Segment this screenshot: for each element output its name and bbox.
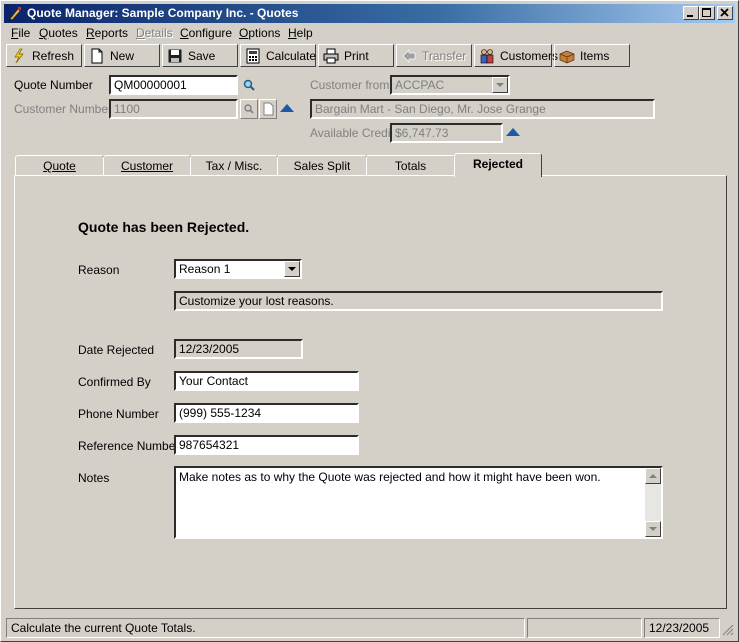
- tab-customer[interactable]: Customer: [103, 155, 191, 176]
- window-title: Quote Manager: Sample Company Inc. - Quo…: [27, 6, 299, 20]
- chevron-down-icon[interactable]: [284, 261, 300, 277]
- menu-bar: File Quotes Reports Details Configure Op…: [4, 24, 735, 42]
- menu-quotes[interactable]: Quotes: [39, 26, 78, 40]
- rejected-heading: Quote has been Rejected.: [78, 219, 250, 235]
- close-icon: [720, 8, 729, 17]
- reference-number-field[interactable]: 987654321: [174, 435, 359, 455]
- tab-tax-misc[interactable]: Tax / Misc.: [190, 155, 278, 176]
- phone-number-label: Phone Number: [78, 407, 159, 421]
- menu-options[interactable]: Options: [239, 26, 280, 40]
- close-button[interactable]: [717, 6, 733, 20]
- chevron-down-icon[interactable]: [492, 77, 508, 93]
- minimize-button[interactable]: [683, 6, 699, 20]
- maximize-button[interactable]: [699, 6, 715, 20]
- menu-configure[interactable]: Configure: [180, 26, 232, 40]
- customer-from-label: Customer from: [310, 78, 390, 92]
- floppy-disk-icon: [167, 48, 183, 64]
- menu-help[interactable]: Help: [288, 26, 313, 40]
- phone-number-field[interactable]: (999) 555-1234: [174, 403, 359, 423]
- notes-label: Notes: [78, 471, 110, 485]
- app-icon: [9, 7, 21, 21]
- customer-document-button[interactable]: [259, 99, 277, 119]
- transfer-icon: [401, 48, 417, 64]
- customer-number-field[interactable]: 1100: [109, 99, 238, 119]
- app-window: Quote Manager: Sample Company Inc. - Quo…: [0, 0, 739, 642]
- save-button[interactable]: Save: [162, 44, 238, 67]
- printer-icon: [323, 48, 339, 64]
- notes-textarea[interactable]: Make notes as to why the Quote was rejec…: [174, 466, 663, 539]
- customers-icon: [479, 48, 495, 64]
- calculate-button[interactable]: Calculate: [240, 44, 316, 67]
- quote-number-label: Quote Number: [14, 78, 93, 92]
- customer-name-field: Bargain Mart - San Diego, Mr. Jose Grang…: [310, 99, 655, 119]
- tab-quote[interactable]: Quote: [15, 155, 104, 176]
- status-date: 12/23/2005: [644, 618, 720, 638]
- scroll-up-icon[interactable]: [645, 468, 661, 484]
- tab-rejected[interactable]: Rejected: [454, 153, 542, 177]
- lightning-icon: [11, 48, 27, 64]
- available-credit-field: $6,747.73: [390, 123, 503, 143]
- tab-sales-split[interactable]: Sales Split: [277, 155, 367, 176]
- print-button[interactable]: Print: [318, 44, 394, 67]
- customer-from-select[interactable]: ACCPAC: [390, 75, 510, 95]
- new-document-icon: [89, 48, 105, 64]
- menu-reports[interactable]: Reports: [86, 26, 128, 40]
- rejected-panel: [14, 175, 727, 609]
- box-icon: [559, 48, 575, 64]
- refresh-button[interactable]: Refresh: [6, 44, 82, 67]
- menu-file[interactable]: File: [11, 26, 30, 40]
- transfer-button[interactable]: Transfer: [396, 44, 472, 67]
- document-icon: [263, 102, 274, 116]
- new-button[interactable]: New: [84, 44, 160, 67]
- status-empty: [527, 618, 642, 638]
- quote-number-field[interactable]: QM00000001: [109, 75, 238, 95]
- reference-number-label: Reference Number: [78, 439, 180, 453]
- status-bar: Calculate the current Quote Totals. 12/2…: [4, 618, 735, 639]
- scroll-down-icon[interactable]: [645, 521, 661, 537]
- calculator-icon: [245, 48, 261, 64]
- reason-description: Customize your lost reasons.: [174, 291, 663, 311]
- resize-grip-icon[interactable]: [722, 624, 734, 636]
- title-bar[interactable]: Quote Manager: Sample Company Inc. - Quo…: [4, 4, 735, 23]
- search-icon[interactable]: [242, 78, 256, 92]
- notes-scrollbar[interactable]: [645, 468, 661, 537]
- status-message: Calculate the current Quote Totals.: [6, 618, 525, 638]
- collapse-up-icon[interactable]: [506, 128, 520, 136]
- menu-details[interactable]: Details: [136, 26, 173, 40]
- search-icon: [244, 104, 254, 114]
- tab-totals[interactable]: Totals: [366, 155, 455, 176]
- minimize-icon: [687, 15, 693, 17]
- available-credit-label: Available Credit: [310, 126, 394, 140]
- items-button[interactable]: Items: [554, 44, 630, 67]
- confirmed-by-field[interactable]: Your Contact: [174, 371, 359, 391]
- customer-number-label: Customer Number: [14, 102, 113, 116]
- maximize-icon: [702, 8, 711, 17]
- collapse-up-icon[interactable]: [280, 104, 294, 112]
- reason-select[interactable]: Reason 1: [174, 259, 302, 279]
- toolbar: Refresh New Save Calculate Print Transfe…: [4, 44, 735, 68]
- confirmed-by-label: Confirmed By: [78, 375, 151, 389]
- date-rejected-field: 12/23/2005: [174, 339, 303, 359]
- date-rejected-label: Date Rejected: [78, 343, 155, 357]
- customers-button[interactable]: Customers: [474, 44, 558, 67]
- customer-search-button[interactable]: [240, 99, 258, 119]
- reason-label: Reason: [78, 263, 120, 277]
